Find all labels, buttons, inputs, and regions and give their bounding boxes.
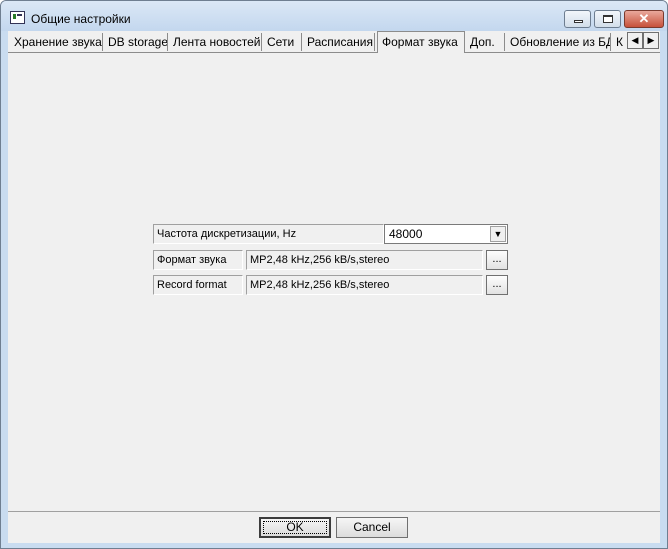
record-format-label: Record format [153,275,243,295]
minimize-icon [574,20,583,23]
title-bar[interactable]: Общие настройки ✕ [1,1,667,31]
dropdown-arrow-icon[interactable]: ▼ [490,226,506,242]
sample-rate-label: Частота дискретизации, Hz [153,224,384,244]
tab-db-storage[interactable]: DB storage [104,33,168,51]
sample-rate-select[interactable]: 48000 ▼ [384,224,508,244]
tab-news-feed[interactable]: Лента новостей [169,33,262,51]
maximize-icon [603,15,613,23]
sound-format-value: MP2,48 kHz,256 kB/s,stereo [246,250,483,270]
tab-sound-storage[interactable]: Хранение звука [10,33,103,51]
tab-update-from-db[interactable]: Обновление из БД [506,33,611,51]
app-icon [10,11,25,24]
button-bar: OK Cancel [8,511,660,543]
tab-strip: Хранение звука DB storage Лента новостей… [8,31,660,53]
ok-button[interactable]: OK [259,517,331,538]
tab-scroll-left-icon[interactable]: ◀ [627,32,643,49]
cancel-button-label: Cancel [353,520,391,534]
record-format-browse-button[interactable]: ... [486,275,508,295]
tab-schedules[interactable]: Расписания [303,33,375,51]
maximize-button[interactable] [594,10,621,28]
focus-rectangle [263,521,327,534]
tab-sound-format[interactable]: Формат звука [377,31,465,53]
sample-rate-value: 48000 [389,227,423,241]
tab-truncated[interactable]: К [612,33,627,51]
sound-format-browse-button[interactable]: ... [486,250,508,270]
sound-format-panel: Частота дискретизации, Hz 48000 ▼ Формат… [8,52,660,511]
tab-extra[interactable]: Доп. [466,33,505,51]
window-title: Общие настройки [31,12,131,26]
record-format-value: MP2,48 kHz,256 kB/s,stereo [246,275,483,295]
sound-format-label: Формат звука [153,250,243,270]
close-button[interactable]: ✕ [624,10,664,28]
tab-scroll-right-icon[interactable]: ▶ [643,32,659,49]
cancel-button[interactable]: Cancel [336,517,408,538]
settings-window: Общие настройки ✕ Хранение звука DB stor… [0,0,668,549]
tab-networks[interactable]: Сети [263,33,302,51]
close-icon: ✕ [638,11,650,26]
dialog-client: Хранение звука DB storage Лента новостей… [8,31,660,543]
minimize-button[interactable] [564,10,591,28]
